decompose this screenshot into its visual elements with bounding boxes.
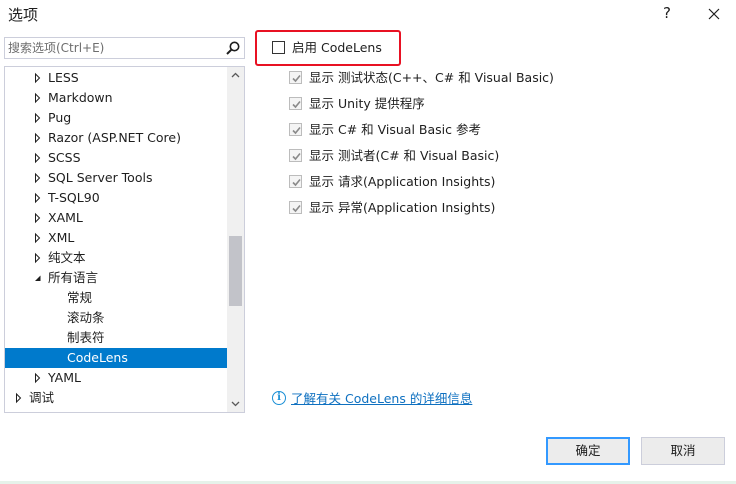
codelens-option-label: 显示 异常(Application Insights) (309, 200, 496, 215)
chevron-right-icon[interactable] (34, 168, 42, 188)
tree-item-label: YAML (48, 370, 81, 385)
codelens-option-label: 显示 测试状态(C++、C# 和 Visual Basic) (309, 70, 554, 85)
tree-item-label: LESS (48, 70, 79, 85)
checkbox-box[interactable] (289, 71, 302, 84)
checkbox-box[interactable] (289, 201, 302, 214)
codelens-option-label: 显示 Unity 提供程序 (309, 96, 425, 111)
checkbox-box[interactable] (289, 149, 302, 162)
window-title: 选项 (8, 6, 39, 24)
tree-item[interactable]: Pug (5, 108, 227, 128)
tree-item[interactable]: T-SQL90 (5, 188, 227, 208)
tree-item-label: T-SQL90 (48, 190, 100, 205)
tree-item-label: Markdown (48, 90, 113, 105)
learn-more-link-text[interactable]: 了解有关 CodeLens 的详细信息 (291, 390, 472, 408)
cancel-button[interactable]: 取消 (641, 437, 725, 465)
tree-item[interactable]: XML (5, 228, 227, 248)
chevron-right-icon[interactable] (15, 388, 23, 408)
chevron-right-icon[interactable] (34, 368, 42, 388)
tree-item-label: XML (48, 230, 75, 245)
search-icon[interactable] (225, 40, 241, 56)
codelens-option-label: 显示 请求(Application Insights) (309, 174, 496, 189)
tree-item-label: 滚动条 (67, 310, 105, 325)
checkbox-box[interactable] (272, 41, 285, 54)
search-input[interactable] (5, 38, 218, 58)
search-box[interactable] (4, 37, 245, 59)
tree-item[interactable]: Markdown (5, 88, 227, 108)
checkbox-box[interactable] (289, 175, 302, 188)
tree-scrollbar[interactable] (227, 67, 244, 412)
ok-button[interactable]: 确定 (546, 437, 630, 465)
chevron-right-icon[interactable] (34, 108, 42, 128)
checkbox-box[interactable] (289, 97, 302, 110)
tree-item[interactable]: 常规 (5, 288, 227, 308)
tree-item[interactable]: LESS (5, 68, 227, 88)
chevron-down-icon[interactable] (34, 268, 42, 288)
chevron-right-icon[interactable] (34, 228, 42, 248)
tree-item[interactable]: CodeLens (5, 348, 227, 368)
tree-item-label: 所有语言 (48, 270, 99, 285)
enable-codelens-label: 启用 CodeLens (292, 40, 382, 55)
tree-item[interactable]: 制表符 (5, 328, 227, 348)
scroll-down-icon[interactable] (227, 395, 244, 412)
tree-item[interactable]: SQL Server Tools (5, 168, 227, 188)
tree-item-label: 制表符 (67, 330, 105, 345)
chevron-right-icon[interactable] (34, 188, 42, 208)
chevron-right-icon[interactable] (34, 68, 42, 88)
title-bar: 选项 ? (0, 0, 736, 28)
checkbox-box[interactable] (289, 123, 302, 136)
tree-item[interactable]: SCSS (5, 148, 227, 168)
chevron-right-icon[interactable] (34, 148, 42, 168)
tree-item-label: 纯文本 (48, 250, 86, 265)
tree-item-label: Razor (ASP.NET Core) (48, 130, 181, 145)
codelens-option-label: 显示 测试者(C# 和 Visual Basic) (309, 148, 500, 163)
tree-item-label: 常规 (67, 290, 93, 305)
chevron-right-icon[interactable] (34, 128, 42, 148)
tree-item-label: XAML (48, 210, 83, 225)
info-icon: i (272, 391, 286, 405)
tree-item-label: CodeLens (67, 350, 128, 365)
scroll-up-icon[interactable] (227, 67, 244, 84)
help-button[interactable]: ? (656, 2, 678, 24)
tree-item[interactable]: 纯文本 (5, 248, 227, 268)
tree-item[interactable]: YAML (5, 368, 227, 388)
tree-item-label: Pug (48, 110, 72, 125)
tree-item[interactable]: 滚动条 (5, 308, 227, 328)
tree-item[interactable]: 调试 (5, 388, 227, 408)
options-tree[interactable]: LESS Markdown Pug Razor (ASP.NET Core) SCSS S… (4, 66, 245, 413)
tree-item[interactable]: XAML (5, 208, 227, 228)
tree-item-label: SCSS (48, 150, 81, 165)
chevron-right-icon[interactable] (34, 248, 42, 268)
chevron-right-icon[interactable] (34, 208, 42, 228)
tree-item[interactable]: 所有语言 (5, 268, 227, 288)
tree-item-label: 调试 (29, 390, 55, 405)
chevron-right-icon[interactable] (34, 88, 42, 108)
tree-item-label: SQL Server Tools (48, 170, 153, 185)
tree-item[interactable]: Razor (ASP.NET Core) (5, 128, 227, 148)
codelens-option-label: 显示 C# 和 Visual Basic 参考 (309, 122, 481, 137)
close-icon[interactable] (703, 2, 725, 24)
scrollbar-thumb[interactable] (229, 236, 242, 306)
